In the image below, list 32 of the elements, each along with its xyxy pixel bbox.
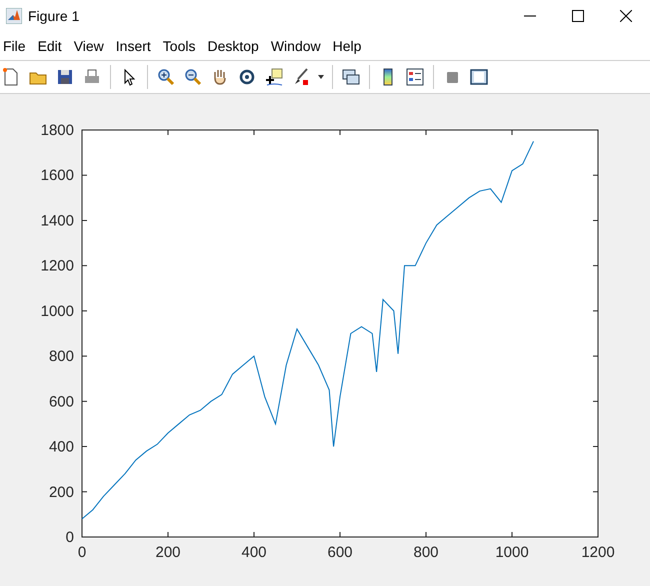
window-title: Figure 1 <box>28 8 80 24</box>
caret-icon[interactable] <box>317 74 325 80</box>
menu-item[interactable]: Help <box>330 38 370 54</box>
x-tick-label: 800 <box>413 544 439 561</box>
menu-item[interactable]: View <box>70 38 113 54</box>
menu-item[interactable]: Tools <box>160 38 204 54</box>
data-cursor-icon[interactable] <box>263 66 285 88</box>
app-logo-icon <box>6 8 22 24</box>
menu-item[interactable]: Desktop <box>204 38 268 54</box>
y-tick-label: 1400 <box>40 212 74 230</box>
menu-item[interactable]: File <box>0 38 35 54</box>
y-tick-label: 1200 <box>40 258 74 275</box>
y-tick-label: 1800 <box>40 122 74 139</box>
y-tick-label: 600 <box>48 393 74 410</box>
maximize-icon <box>572 10 584 22</box>
x-tick-label: 0 <box>78 544 86 561</box>
close-icon <box>620 10 632 22</box>
x-tick-label: 200 <box>155 544 181 561</box>
y-tick-label: 200 <box>48 484 74 501</box>
menu-item[interactable]: Insert <box>112 38 160 54</box>
y-tick-label: 1600 <box>40 167 74 184</box>
y-tick-label: 800 <box>48 348 74 366</box>
y-tick-label: 1000 <box>40 302 74 320</box>
y-tick-label: 400 <box>48 438 74 456</box>
x-tick-label: 600 <box>327 544 353 561</box>
legend-icon[interactable] <box>404 66 426 88</box>
x-tick-label: 400 <box>241 544 267 561</box>
menu-item[interactable]: Window <box>268 38 330 54</box>
x-tick-label: 1200 <box>581 544 615 561</box>
x-tick-label: 1000 <box>495 544 529 561</box>
y-tick-label: 0 <box>66 529 74 546</box>
menu-item[interactable]: Edit <box>34 38 71 54</box>
